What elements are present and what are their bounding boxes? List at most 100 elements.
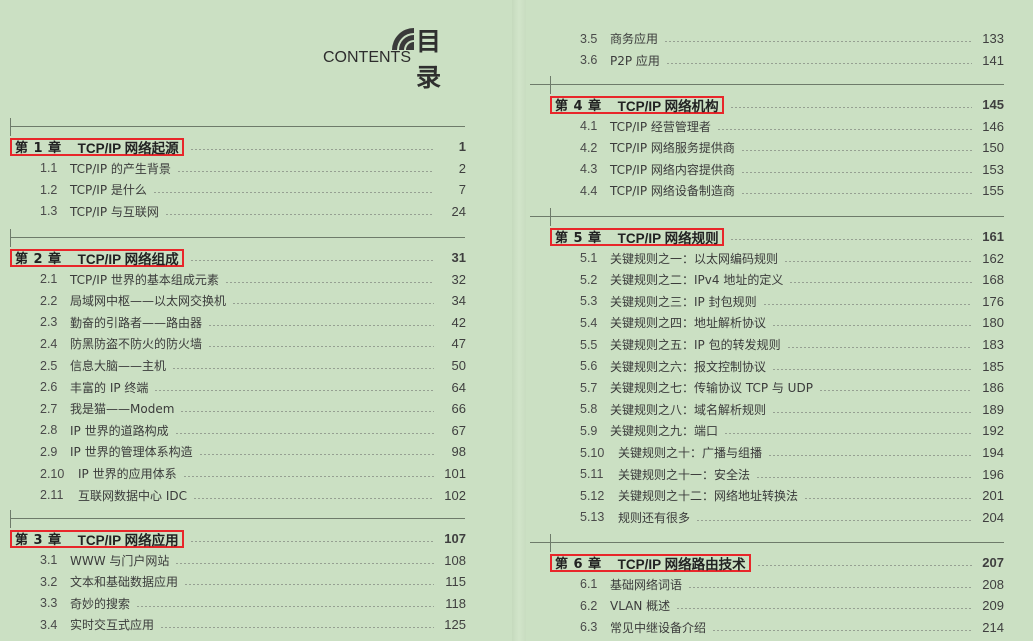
section-number: 3.4 bbox=[40, 617, 58, 632]
section-title: VLAN 概述 bbox=[610, 599, 671, 614]
chapter-divider bbox=[530, 84, 1004, 85]
section-number: 5.3 bbox=[580, 294, 598, 309]
page-number: 34 bbox=[451, 293, 466, 309]
toc-section-entry[interactable]: 2.10 IP 世界的应用体系 101 bbox=[0, 463, 466, 484]
page-number: 209 bbox=[982, 598, 1004, 614]
toc-section-entry[interactable]: 4.2 TCP/IP 网络服务提供商 150 bbox=[520, 137, 1004, 158]
toc-section-entry[interactable]: 2.6 丰富的 IP 终端 64 bbox=[0, 377, 466, 398]
toc-section-entry[interactable]: 5.3 关键规则之三：IP 封包规则 176 bbox=[520, 291, 1004, 312]
section-number: 1.2 bbox=[40, 182, 58, 197]
leader-dots bbox=[756, 476, 972, 478]
toc-chapter-entry[interactable]: 第 2 章 TCP/IP 网络组成 31 bbox=[10, 247, 466, 268]
section-number: 5.6 bbox=[580, 359, 598, 374]
chapter-number: 第 2 章 bbox=[15, 252, 62, 267]
toc-section-entry[interactable]: 5.1 关键规则之一：以太网编码规则 162 bbox=[520, 248, 1004, 269]
leader-dots bbox=[688, 586, 972, 588]
page-number: 208 bbox=[982, 576, 1004, 592]
leader-dots bbox=[762, 303, 972, 305]
page-number: 24 bbox=[451, 203, 466, 219]
toc-chapter-entry[interactable]: 第 4 章 TCP/IP 网络机构 145 bbox=[550, 94, 1004, 115]
section-title: 实时交互式应用 bbox=[70, 618, 155, 633]
section-title: 关键规则之十二：网络地址转换法 bbox=[618, 489, 799, 504]
section-title: TCP/IP 经营管理者 bbox=[610, 119, 711, 134]
page-number: 207 bbox=[982, 555, 1004, 570]
section-number: 4.1 bbox=[580, 119, 598, 134]
chapter-tick-mark bbox=[550, 76, 551, 94]
toc-section-entry[interactable]: 5.2 关键规则之二：IPv4 地址的定义 168 bbox=[520, 269, 1004, 290]
page-number: 66 bbox=[451, 401, 466, 417]
chapter-number: 第 6 章 bbox=[555, 557, 602, 572]
section-title: 基础网络词语 bbox=[610, 577, 683, 592]
toc-section-entry[interactable]: 5.5 关键规则之五：IP 包的转发规则 183 bbox=[520, 334, 1004, 355]
toc-section-entry[interactable]: 2.2 局域网中枢——以太网交换机 34 bbox=[0, 290, 466, 311]
toc-section-entry[interactable]: 5.13 规则还有很多 204 bbox=[520, 507, 1004, 528]
toc-section-entry[interactable]: 6.3 常见中继设备介绍 214 bbox=[520, 617, 1004, 638]
toc-section-entry[interactable]: 2.11 互联网数据中心 IDC 102 bbox=[0, 485, 466, 506]
chapter-number: 第 5 章 bbox=[555, 231, 602, 246]
page-number: 133 bbox=[982, 31, 1004, 46]
toc-section-entry[interactable]: 6.1 基础网络词语 208 bbox=[520, 574, 1004, 595]
page-number: 42 bbox=[451, 314, 466, 330]
toc-section-entry[interactable]: 3.1 WWW 与门户网站 108 bbox=[0, 550, 466, 571]
toc-section-entry[interactable]: 2.5 信息大脑——主机 50 bbox=[0, 355, 466, 376]
toc-section-entry[interactable]: 5.10 关键规则之十：广播与组播 194 bbox=[520, 442, 1004, 463]
toc-section-entry[interactable]: 2.7 我是猫——Modem 66 bbox=[0, 398, 466, 419]
leader-dots bbox=[740, 171, 972, 173]
toc-section-entry[interactable]: 4.1 TCP/IP 经营管理者 146 bbox=[520, 116, 1004, 137]
leader-dots bbox=[768, 455, 972, 456]
page-number: 204 bbox=[982, 509, 1004, 525]
toc-section-entry[interactable]: 1.1 TCP/IP 的产生背景 2 bbox=[0, 158, 466, 179]
chapter-divider bbox=[530, 542, 1004, 543]
leader-dots bbox=[189, 149, 434, 150]
section-title: TCP/IP 世界的基本组成元素 bbox=[70, 272, 219, 287]
page-number: 146 bbox=[982, 118, 1004, 134]
toc-section-entry[interactable]: 5.9 关键规则之九：端口 192 bbox=[520, 420, 1004, 441]
section-title: 关键规则之八：域名解析规则 bbox=[610, 402, 767, 417]
toc-section-entry[interactable]: 5.4 关键规则之四：地址解析协议 180 bbox=[520, 312, 1004, 333]
section-title: 商务应用 bbox=[610, 32, 659, 46]
toc-section-entry[interactable]: 5.8 关键规则之八：域名解析规则 189 bbox=[520, 399, 1004, 420]
chapter-number: 第 3 章 bbox=[15, 533, 62, 548]
toc-section-entry[interactable]: 2.9 IP 世界的管理体系构造 98 bbox=[0, 441, 466, 462]
toc-section-entry[interactable]: 5.7 关键规则之七：传输协议 TCP 与 UDP 186 bbox=[520, 377, 1004, 398]
toc-section-entry[interactable]: 4.3 TCP/IP 网络内容提供商 153 bbox=[520, 159, 1004, 180]
toc-section-entry[interactable]: 1.3 TCP/IP 与互联网 24 bbox=[0, 201, 466, 222]
section-title: 关键规则之四：地址解析协议 bbox=[610, 316, 767, 331]
toc-chapter-entry[interactable]: 第 5 章 TCP/IP 网络规则 161 bbox=[550, 226, 1004, 247]
toc-section-entry[interactable]: 1.2 TCP/IP 是什么 7 bbox=[0, 179, 466, 200]
leader-dots bbox=[804, 498, 972, 500]
toc-section-entry[interactable]: 5.11 关键规则之十一：安全法 196 bbox=[520, 464, 1004, 485]
chapter-title: TCP/IP 网络规则 bbox=[617, 230, 719, 246]
toc-section-entry[interactable]: 3.2 文本和基础数据应用 115 bbox=[0, 571, 466, 592]
toc-section-entry[interactable]: 3.3 奇妙的搜索 118 bbox=[0, 593, 466, 614]
page-number: 186 bbox=[982, 380, 1004, 396]
toc-section-entry[interactable]: 2.1 TCP/IP 世界的基本组成元素 32 bbox=[0, 269, 466, 290]
toc-chapter-entry[interactable]: 第 3 章 TCP/IP 网络应用 107 bbox=[10, 528, 466, 549]
chapter-highlight-box: 第 1 章 TCP/IP 网络起源 bbox=[10, 137, 184, 156]
toc-section-entry[interactable]: 4.4 TCP/IP 网络设备制造商 155 bbox=[520, 180, 1004, 201]
toc-section-entry[interactable]: 2.8 IP 世界的道路构成 67 bbox=[0, 420, 466, 441]
page-number: 196 bbox=[982, 466, 1004, 482]
toc-section-entry[interactable]: 3.6 P2P 应用 141 bbox=[520, 50, 1004, 71]
toc-section-entry[interactable]: 3.4 实时交互式应用 125 bbox=[0, 614, 466, 635]
leader-dots bbox=[729, 107, 972, 108]
toc-section-entry[interactable]: 2.3 勤奋的引路者——路由器 42 bbox=[0, 312, 466, 333]
page-number: 102 bbox=[444, 487, 466, 503]
leader-dots bbox=[189, 260, 434, 261]
chapter-divider bbox=[10, 237, 465, 238]
section-title: 局域网中枢——以太网交换机 bbox=[70, 294, 227, 309]
toc-section-entry[interactable]: 2.4 防黑防盗不防火的防火墙 47 bbox=[0, 333, 466, 354]
chapter-title: TCP/IP 网络应用 bbox=[77, 532, 179, 548]
toc-section-entry[interactable]: 5.12 关键规则之十二：网络地址转换法 201 bbox=[520, 485, 1004, 506]
section-title: TCP/IP 网络服务提供商 bbox=[610, 141, 735, 156]
toc-section-entry[interactable]: 6.2 VLAN 概述 209 bbox=[520, 595, 1004, 616]
toc-section-entry[interactable]: 5.6 关键规则之六：报文控制协议 185 bbox=[520, 356, 1004, 377]
leader-dots bbox=[740, 150, 972, 152]
page-number: 189 bbox=[982, 401, 1004, 417]
toc-section-entry[interactable]: 3.5 商务应用 133 bbox=[520, 28, 1004, 49]
toc-chapter-entry[interactable]: 第 1 章 TCP/IP 网络起源 1 bbox=[10, 136, 466, 157]
page-number: 214 bbox=[982, 619, 1004, 635]
leader-dots bbox=[152, 192, 434, 194]
toc-chapter-entry[interactable]: 第 6 章 TCP/IP 网络路由技术 207 bbox=[550, 552, 1004, 573]
leader-dots bbox=[175, 562, 434, 564]
